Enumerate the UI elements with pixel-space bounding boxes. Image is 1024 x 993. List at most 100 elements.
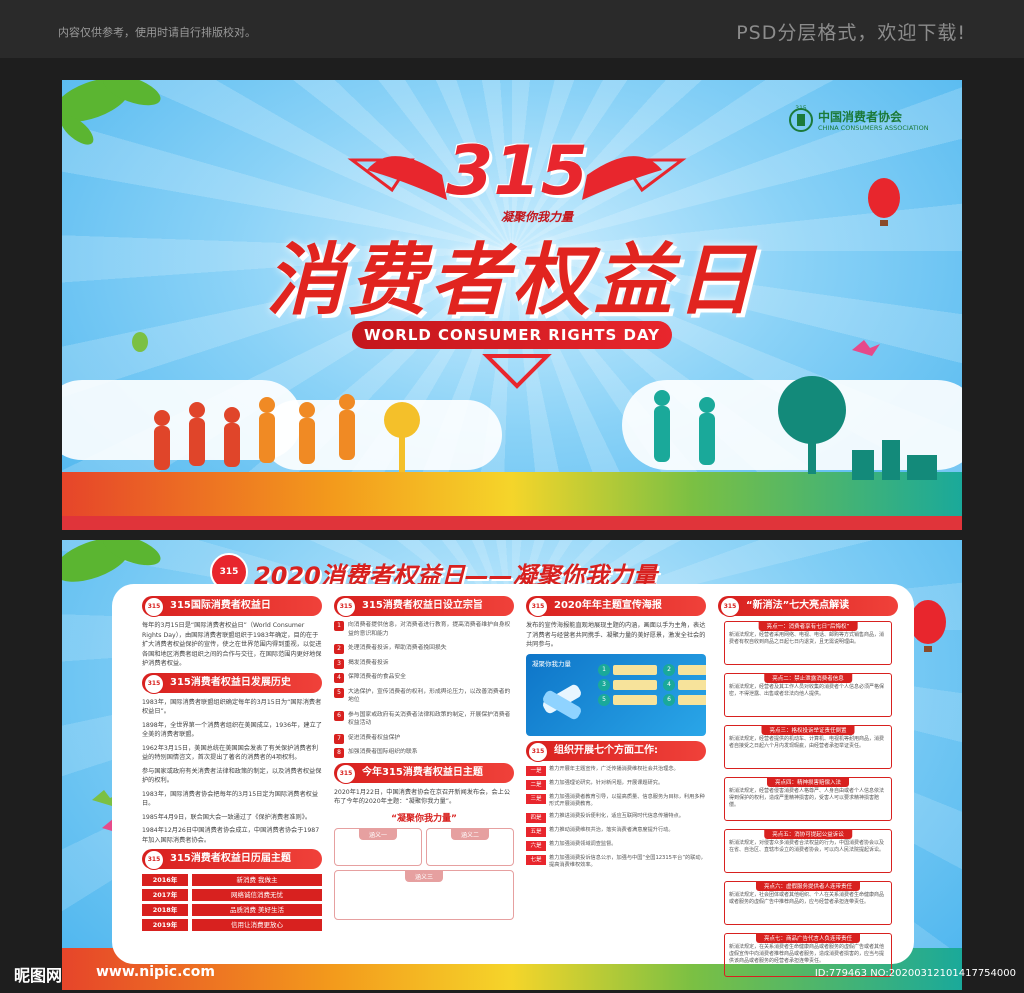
aim-text: 揭发消费者投诉 <box>348 659 389 666</box>
poster-bubble: 4 <box>663 678 706 691</box>
highlight-card: 亮点五：消协可提起公益诉讼 新消法规定，对侵害众多消费者合法权益的行为，中国消费者… <box>724 829 892 873</box>
intro-paragraph: 每年的3月15日是“国际消费者权益日”（World Consumer Right… <box>142 622 322 667</box>
aim-text: 向消费者提供信息，对消费者进行教育，提高消费者维护自身权益的意识和能力 <box>348 622 511 637</box>
aim-item: 5 大选保护，宣传消费者的权利，形成舆论压力，以改善消费者的地位 <box>334 687 514 705</box>
aim-text: 加强消费者国际组织的联系 <box>348 749 418 755</box>
aspect-tag: 四是 <box>526 812 546 823</box>
badge-315-icon: 315 <box>528 741 548 762</box>
aspect-text: 着力推进消费投诉便利化，适应互联网时代信息传播特点。 <box>549 812 684 819</box>
theme-text: 品质消费 美好生活 <box>192 904 322 916</box>
column-3: 315 2020年年主题宣传海报 发布的宣传海报能直观地展现主题的内涵，画面以手为… <box>526 596 706 874</box>
bubble-number: 4 <box>663 678 675 691</box>
watermark-url: www.nipic.com <box>96 964 215 980</box>
card-title: 亮点六：虚假服务提供者人连带责任 <box>755 882 861 891</box>
svg-text:315: 315 <box>795 105 807 112</box>
aspect-item: 七是 着力加强消费投诉信息公示，加强与中国“全国12315平台”的联动，提高消费维… <box>526 854 706 870</box>
info-board-panel: 315 2020消费者权益日——凝聚你我力量 315 315国际消费者权益日 每年… <box>62 540 962 990</box>
aspect-tag: 三是 <box>526 793 546 804</box>
theme-row: 2018年 品质消费 美好生活 <box>142 904 322 916</box>
item-number: 1 <box>334 621 344 631</box>
bubble-number: 6 <box>663 693 675 706</box>
aim-text: 处理消费者投诉，帮助消费者挽回损失 <box>348 645 447 651</box>
format-label: PSD分层格式，欢迎下载! <box>736 22 966 44</box>
watermark-id: ID:779463 NO:20200312101417754000 <box>814 968 1016 979</box>
aspect-tag: 一是 <box>526 765 546 776</box>
theme-row: 2019年 信用让消费更放心 <box>142 919 322 931</box>
aspect-tag: 六是 <box>526 840 546 851</box>
meaning-label: 涵义三 <box>404 870 444 882</box>
watermark-site: 昵图网 <box>14 966 63 985</box>
notice-text: 内容仅供参考，使用时请自行排版校对。 <box>58 26 256 39</box>
aspect-text: 着力开展年主题宣传，广泛传播消费维权社会共治理念。 <box>549 765 679 772</box>
poster-image: 凝聚你我力量 1 3 5 2 4 6 <box>526 653 706 736</box>
bubble-number: 1 <box>598 663 610 676</box>
theme-paragraph: 2020年1月22日，中国消费者协会在京召开新闻发布会，会上公布了今年的2020… <box>334 788 511 806</box>
aim-item: 4 保障消费者的食品安全 <box>334 673 514 683</box>
badge-315-icon: 315 <box>528 597 548 617</box>
meaning-label: 涵义一 <box>358 828 398 840</box>
banner-panel: 315 凝聚你我力量 消费者权益日 WORLD CONSUMER RIGHTS … <box>62 80 962 530</box>
item-number: 2 <box>334 644 344 654</box>
section-title: 今年315消费者权益日主题 <box>362 766 483 778</box>
section-heading: 315 315国际消费者权益日 <box>142 596 322 617</box>
poster-bubble: 1 <box>598 663 657 676</box>
aspect-item: 二是 着力加强理论研究，针对新问题，开展课题研究。 <box>526 779 706 790</box>
card-title: 亮点二：禁止泄露消费者信息 <box>764 674 852 683</box>
card-text: 新消法规定，经营者采用网络、电视、电话、邮购等方式销售商品，消费者有权自收到商品… <box>729 632 885 645</box>
card-title: 亮点三：格权投诉举证责任倒置 <box>761 726 855 735</box>
aspect-item: 四是 着力推进消费投诉便利化，适应互联网时代信息传播特点。 <box>526 812 706 823</box>
card-text: 新消法规定，经营者及其工作人员对收集的消费者个人信息必须严格保密，不得泄露、出售… <box>729 684 885 697</box>
aspect-tag: 七是 <box>526 854 546 865</box>
badge-315-icon: 315 <box>144 850 164 870</box>
theme-row: 2017年 网络诚信消费无忧 <box>142 889 322 901</box>
badge-315-icon: 315 <box>720 597 740 617</box>
theme-text: 网络诚信消费无忧 <box>192 889 322 901</box>
english-title: WORLD CONSUMER RIGHTS DAY <box>352 321 672 349</box>
item-number: 8 <box>334 748 344 758</box>
poster-bubble: 3 <box>598 678 657 691</box>
theme-row: 2016年 新消费 我做主 <box>142 874 322 886</box>
column-2: 315 315消费者权益日设立宗旨 1 向消费者提供信息，对消费者进行教育，提高消费… <box>334 596 514 924</box>
card-text: 新消法规定，在关系消费者生命健康商品或者服务的虚假广告或者其他虚假宣传中向消费者… <box>729 944 885 964</box>
card-title: 亮点一：消费者享有七日“后悔权” <box>758 622 858 631</box>
section-title: 2020年年主题宣传海报 <box>554 600 662 611</box>
item-number: 3 <box>334 658 344 669</box>
poster-label: 凝聚你我力量 <box>532 659 571 668</box>
badge-315-icon: 315 <box>336 763 356 784</box>
bubble-number: 2 <box>663 663 675 676</box>
card-text: 新消法规定，社会团体或者其他组织、个人在关系消费者生命健康商品或者服务的虚假广告… <box>729 892 885 905</box>
aim-item: 1 向消费者提供信息，对消费者进行教育，提高消费者维护自身权益的意识和能力 <box>334 621 514 638</box>
aspect-text: 着力加强消费投诉信息公示，加强与中国“全国12315平台”的联动，提高消费维权效… <box>549 854 706 869</box>
aspect-item: 五是 着力推动消费维权共治，落实消费者满意度提升行动。 <box>526 826 706 837</box>
item-number: 7 <box>334 733 344 744</box>
section-heading: 315 今年315消费者权益日主题 <box>334 762 514 784</box>
theme-text: 新消费 我做主 <box>192 874 322 886</box>
aim-text: 促进消费者权益保护 <box>348 734 401 741</box>
poster-bubble: 2 <box>663 663 706 676</box>
section-title: 组织开展七个方面工作: <box>554 744 658 756</box>
aim-item: 8 加强消费者国际组织的联系 <box>334 748 514 758</box>
aspect-text: 着力加强消费者教育引导，以提高质量、信息服务为目标，利用多种形式开展消费教育。 <box>549 793 705 808</box>
card-title: 亮点四：精神损害赔偿入法 <box>766 778 850 787</box>
bubble-bar <box>613 664 657 675</box>
association-name-en: CHINA CONSUMERS ASSOCIATION <box>818 124 929 132</box>
history-item: 1985年4月9日，联合国大会一致通过了《保护消费者准则》。 <box>142 813 312 821</box>
bubble-bar <box>678 694 706 705</box>
aim-text: 保障消费者的食品安全 <box>348 674 406 680</box>
section-heading: 315 315消费者权益日发展历史 <box>142 672 322 694</box>
logo-315: 315 <box>446 132 588 211</box>
aim-item: 6 参与国家或政府有关消费者法律和政策的制定，开展保护消费者权益活动 <box>334 710 514 728</box>
bubble-bar <box>613 694 657 705</box>
meaning-box: 涵义二 <box>426 827 514 866</box>
item-number: 4 <box>334 673 344 683</box>
aspect-text: 着力加强消费领域调查监督。 <box>549 840 617 847</box>
highlight-card: 亮点三：格权投诉举证责任倒置 新消法规定，经营者提供的机动车、计算机、电视机等耐用… <box>724 725 892 769</box>
aspect-tag: 五是 <box>526 826 546 837</box>
aspect-text: 着力加强理论研究，针对新问题，开展课题研究。 <box>549 779 664 786</box>
association-name-cn: 中国消费者协会 <box>818 110 903 124</box>
card-text: 新消法规定，经营者提供的机动车、计算机、电视机等耐用商品，消费者自接受之日起六个… <box>729 736 885 749</box>
badge-315-icon: 315 <box>144 673 164 694</box>
badge-315-icon: 315 <box>144 597 164 617</box>
meaning-label: 涵义二 <box>450 828 490 840</box>
aim-text: 参与国家或政府有关消费者法律和政策的制定，开展保护消费者权益活动 <box>348 711 511 727</box>
